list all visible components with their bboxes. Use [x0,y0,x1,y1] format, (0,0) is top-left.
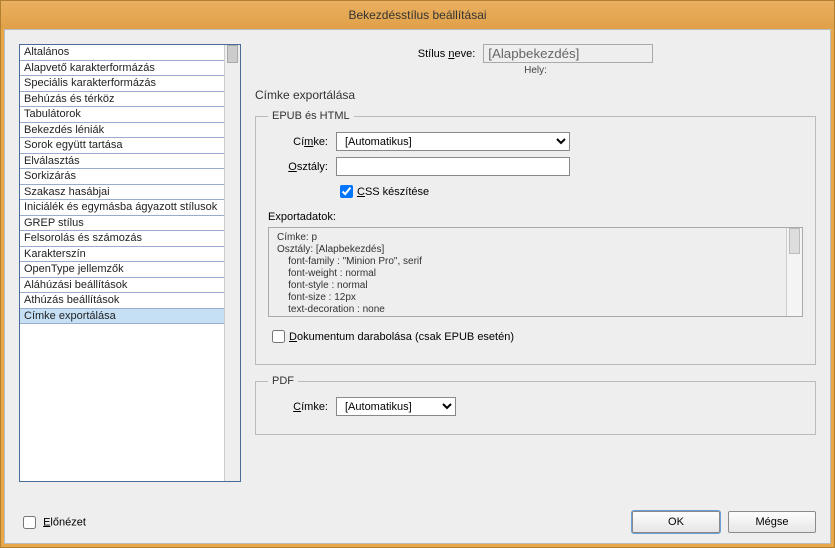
hely-label: Hely: [255,65,816,76]
sidebar-item[interactable]: Címke exportálása [20,309,240,325]
preview-label[interactable]: Előnézet [43,516,86,528]
doc-split-label[interactable]: Dokumentum darabolása (csak EPUB esetén) [289,331,514,343]
epub-osztaly-input[interactable] [336,157,570,176]
pdf-legend: PDF [268,375,298,387]
css-checkbox[interactable] [340,185,353,198]
sidebar-item[interactable]: OpenType jellemzők [20,262,240,278]
export-line: font-family : "Minion Pro", serif [277,256,782,268]
exportadatok-box: Címke: pOsztály: [Alapbekezdés] font-fam… [268,227,803,317]
sidebar-scroll-thumb[interactable] [227,45,238,63]
sidebar-scrollbar[interactable] [224,45,240,481]
epub-html-group: EPUB és HTML Címke: [Automatikus] Osztál… [255,110,816,365]
export-scroll-thumb[interactable] [789,228,800,254]
sidebar-item[interactable]: Karakterszín [20,247,240,263]
export-line: font-style : normal [277,280,782,292]
sidebar-item[interactable]: Szakasz hasábjai [20,185,240,201]
ok-button[interactable]: OK [632,511,720,533]
sidebar-item[interactable]: Altalános [20,45,240,61]
style-name-label: Stílus neve: [418,48,476,60]
epub-osztaly-label: Osztály: [268,161,328,173]
sidebar-item[interactable]: Sorok együtt tartása [20,138,240,154]
pdf-group: PDF Címke: [Automatikus] [255,375,816,435]
doc-split-checkbox[interactable] [272,330,285,343]
exportadatok-label: Exportadatok: [268,211,803,223]
export-scrollbar[interactable] [786,228,802,316]
sidebar-item[interactable]: Bekezdés léniák [20,123,240,139]
export-line: Osztály: [Alapbekezdés] [277,244,782,256]
sidebar-item[interactable]: Behúzás és térköz [20,92,240,108]
sidebar-item[interactable]: Iniciálék és egymásba ágyazott stílusok [20,200,240,216]
export-line: font-variant : normal [277,316,782,317]
preview-checkbox[interactable] [23,516,36,529]
css-checkbox-label[interactable]: CSS készítése [357,186,429,198]
cancel-button[interactable]: Mégse [728,511,816,533]
dialog-title: Bekezdésstílus beállításai [1,1,834,29]
export-line: font-weight : normal [277,268,782,280]
sidebar-item[interactable]: Felsorolás és számozás [20,231,240,247]
sidebar-item[interactable]: Sorkizárás [20,169,240,185]
export-line: font-size : 12px [277,292,782,304]
category-sidebar[interactable]: AltalánosAlapvető karakterformázásSpeciá… [19,44,241,482]
pdf-cimke-label: Címke: [268,401,328,413]
export-line: text-decoration : none [277,304,782,316]
pdf-cimke-combo[interactable]: [Automatikus] [336,397,456,416]
sidebar-item[interactable]: Tabulátorok [20,107,240,123]
epub-cimke-combo[interactable]: [Automatikus] [336,132,570,151]
sidebar-item[interactable]: GREP stílus [20,216,240,232]
section-title: Címke exportálása [255,88,816,102]
export-line: Címke: p [277,232,782,244]
epub-legend: EPUB és HTML [268,110,354,122]
sidebar-item[interactable]: Aláhúzási beállítások [20,278,240,294]
sidebar-item[interactable]: Alapvető karakterformázás [20,61,240,77]
epub-cimke-label: Címke: [268,136,328,148]
sidebar-item[interactable]: Speciális karakterformázás [20,76,240,92]
sidebar-item[interactable]: Athúzás beállítások [20,293,240,309]
sidebar-item[interactable]: Elválasztás [20,154,240,170]
preview-row[interactable]: Előnézet [19,513,86,532]
style-name-input[interactable] [483,44,653,63]
